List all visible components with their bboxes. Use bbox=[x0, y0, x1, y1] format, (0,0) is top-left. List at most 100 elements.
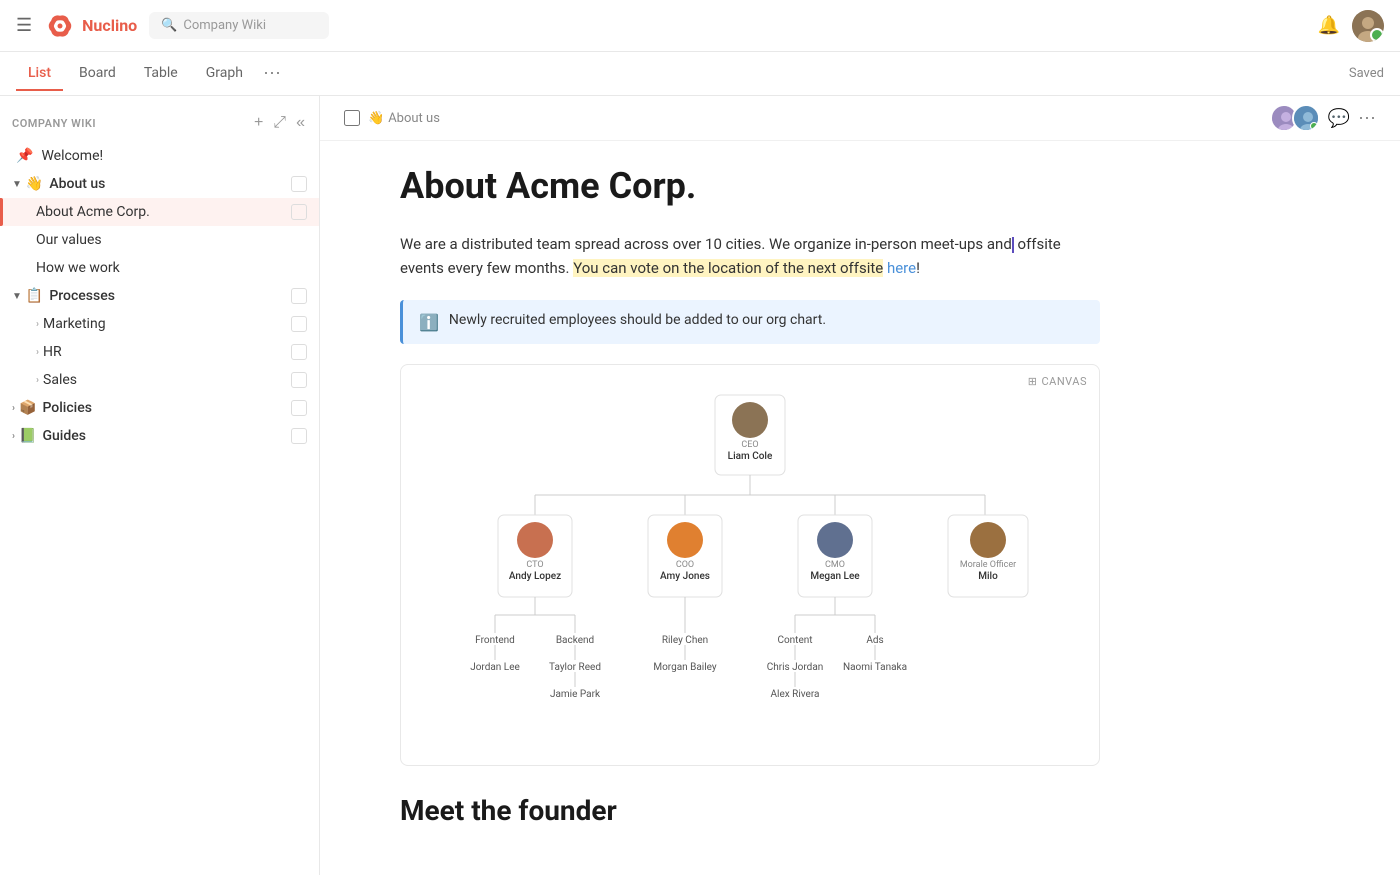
avatar-stack bbox=[1270, 104, 1320, 132]
collaborator-avatar-2[interactable] bbox=[1292, 104, 1320, 132]
doc-body-text-1: We are a distributed team spread across … bbox=[400, 235, 1012, 253]
sidebar-group-about-us-label: About us bbox=[49, 176, 291, 192]
sidebar-expand-button[interactable]: ⤢ bbox=[271, 112, 288, 134]
sidebar-item-about-acme[interactable]: About Acme Corp. bbox=[0, 198, 319, 226]
svg-text:Riley Chen: Riley Chen bbox=[662, 635, 708, 646]
svg-text:Amy Jones: Amy Jones bbox=[660, 571, 710, 582]
tab-bar: List Board Table Graph ⋯ Saved bbox=[0, 52, 1400, 96]
sidebar-item-sales-checkbox[interactable] bbox=[291, 372, 307, 388]
sidebar-item-marketing[interactable]: › Marketing bbox=[0, 310, 319, 338]
sidebar-header: COMPANY WIKI + ⤢ « bbox=[0, 104, 319, 142]
logo[interactable]: Nuclino bbox=[44, 10, 137, 42]
chevron-down-icon: ▼ bbox=[12, 179, 22, 190]
user-avatar[interactable] bbox=[1352, 10, 1384, 42]
svg-text:Backend: Backend bbox=[556, 635, 594, 646]
info-icon: ℹ️ bbox=[419, 313, 439, 332]
sidebar-group-guides-checkbox[interactable] bbox=[291, 428, 307, 444]
search-bar[interactable]: 🔍 Company Wiki bbox=[149, 12, 329, 39]
meet-founder-title: Meet the founder bbox=[400, 794, 1100, 827]
sidebar-item-label: Welcome! bbox=[41, 148, 307, 164]
canvas-icon: ⊞ bbox=[1028, 375, 1038, 388]
nuclino-logo-icon bbox=[44, 10, 76, 42]
svg-text:Naomi Tanaka: Naomi Tanaka bbox=[843, 662, 907, 673]
sidebar-group-policies[interactable]: › 📦 Policies bbox=[0, 394, 319, 422]
content-top-bar: 👋 About us 💬 ⋯ bbox=[320, 96, 1400, 141]
processes-chevron-down-icon: ▼ bbox=[12, 291, 22, 302]
sidebar-group-policies-label: Policies bbox=[42, 400, 291, 416]
content-top-actions: 💬 ⋯ bbox=[1270, 104, 1376, 132]
tab-table[interactable]: Table bbox=[132, 57, 190, 91]
tab-graph[interactable]: Graph bbox=[194, 57, 255, 91]
policies-chevron-icon: › bbox=[12, 403, 15, 414]
doc-body-link[interactable]: here bbox=[887, 259, 916, 277]
svg-text:CTO: CTO bbox=[526, 560, 543, 570]
sales-chevron-icon: › bbox=[36, 375, 39, 386]
svg-text:Morgan Bailey: Morgan Bailey bbox=[653, 662, 717, 673]
svg-text:Taylor Reed: Taylor Reed bbox=[549, 662, 601, 673]
sidebar-item-hr-checkbox[interactable] bbox=[291, 344, 307, 360]
sidebar-group-policies-checkbox[interactable] bbox=[291, 400, 307, 416]
doc-body-text-highlighted: You can vote on the location of the next… bbox=[573, 259, 883, 277]
breadcrumb-emoji: 👋 bbox=[368, 111, 384, 126]
sidebar-group-processes[interactable]: ▼ 📋 Processes bbox=[0, 282, 319, 310]
sidebar-item-how-we-work[interactable]: How we work bbox=[0, 254, 319, 282]
sidebar-item-our-values[interactable]: Our values bbox=[0, 226, 319, 254]
sidebar-group-about-us-checkbox[interactable] bbox=[291, 176, 307, 192]
sidebar-group-guides[interactable]: › 📗 Guides bbox=[0, 422, 319, 450]
svg-text:Ads: Ads bbox=[866, 635, 883, 646]
info-box-text: Newly recruited employees should be adde… bbox=[449, 312, 826, 328]
doc-body-paragraph: We are a distributed team spread across … bbox=[400, 232, 1100, 280]
svg-text:CEO: CEO bbox=[741, 440, 758, 450]
sidebar-collapse-button[interactable]: « bbox=[294, 112, 307, 134]
sidebar-item-hr-label: HR bbox=[43, 344, 291, 360]
hamburger-icon[interactable]: ☰ bbox=[16, 15, 32, 36]
tab-board[interactable]: Board bbox=[67, 57, 128, 91]
svg-text:Alex Rivera: Alex Rivera bbox=[770, 689, 819, 700]
guides-chevron-icon: › bbox=[12, 431, 15, 442]
sidebar-group-processes-label: Processes bbox=[49, 288, 291, 304]
sidebar-header-actions: + ⤢ « bbox=[252, 112, 307, 134]
about-us-emoji: 👋 bbox=[26, 176, 43, 192]
svg-text:Frontend: Frontend bbox=[475, 635, 515, 646]
svg-text:Content: Content bbox=[777, 635, 812, 646]
svg-text:CMO: CMO bbox=[825, 560, 845, 570]
guides-emoji: 📗 bbox=[19, 428, 36, 444]
sidebar-item-how-we-work-label: How we work bbox=[36, 260, 307, 276]
bell-icon[interactable]: 🔔 bbox=[1318, 15, 1340, 36]
more-options-icon[interactable]: ⋯ bbox=[1358, 108, 1376, 129]
sidebar-item-marketing-checkbox[interactable] bbox=[291, 316, 307, 332]
comment-icon[interactable]: 💬 bbox=[1328, 108, 1350, 129]
svg-text:Milo: Milo bbox=[978, 571, 998, 582]
saved-label: Saved bbox=[1349, 66, 1384, 81]
sidebar-item-about-acme-label: About Acme Corp. bbox=[36, 204, 291, 220]
policies-emoji: 📦 bbox=[19, 400, 36, 416]
search-placeholder: Company Wiki bbox=[183, 18, 266, 33]
sidebar-item-hr[interactable]: › HR bbox=[0, 338, 319, 366]
breadcrumb: 👋 About us bbox=[368, 111, 440, 126]
svg-text:Jamie Park: Jamie Park bbox=[550, 689, 601, 700]
marketing-chevron-icon: › bbox=[36, 319, 39, 330]
content-area: 👋 About us 💬 ⋯ About Acme Corp bbox=[320, 96, 1400, 875]
text-cursor bbox=[1012, 237, 1014, 253]
search-icon: 🔍 bbox=[161, 18, 177, 33]
svg-text:COO: COO bbox=[676, 560, 694, 570]
sidebar-item-about-acme-checkbox[interactable] bbox=[291, 204, 307, 220]
sidebar-group-processes-checkbox[interactable] bbox=[291, 288, 307, 304]
top-nav: ☰ Nuclino 🔍 Company Wiki 🔔 bbox=[0, 0, 1400, 52]
breadcrumb-checkbox[interactable] bbox=[344, 110, 360, 126]
svg-text:Chris Jordan: Chris Jordan bbox=[767, 662, 824, 673]
sidebar-group-about-us[interactable]: ▼ 👋 About us bbox=[0, 170, 319, 198]
tab-list[interactable]: List bbox=[16, 57, 63, 91]
sidebar-item-welcome[interactable]: 📌 Welcome! bbox=[0, 142, 319, 170]
sidebar-item-our-values-label: Our values bbox=[36, 232, 307, 248]
main-layout: COMPANY WIKI + ⤢ « 📌 Welcome! ▼ 👋 About … bbox=[0, 96, 1400, 875]
canvas-label: ⊞ CANVAS bbox=[1028, 375, 1087, 388]
sidebar-add-button[interactable]: + bbox=[252, 112, 265, 134]
sidebar-item-sales[interactable]: › Sales bbox=[0, 366, 319, 394]
tab-more-icon[interactable]: ⋯ bbox=[263, 65, 281, 83]
canvas-embed: ⊞ CANVAS CEO Liam Cole bbox=[400, 364, 1100, 766]
svg-text:Jordan Lee: Jordan Lee bbox=[470, 662, 520, 673]
svg-text:Andy Lopez: Andy Lopez bbox=[509, 571, 561, 582]
svg-text:Megan Lee: Megan Lee bbox=[810, 571, 860, 582]
breadcrumb-label[interactable]: About us bbox=[388, 111, 440, 126]
